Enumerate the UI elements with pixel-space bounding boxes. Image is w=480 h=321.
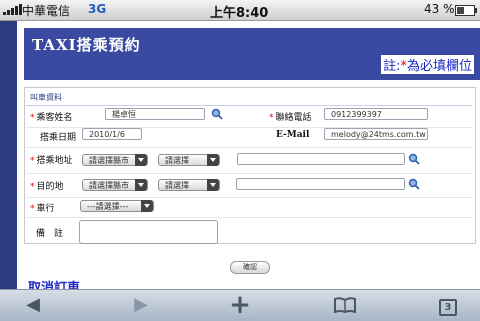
section-title: 叫車資料 [30, 93, 62, 102]
passenger-label: * 乘客姓名 [30, 110, 73, 123]
required-mark: * [269, 113, 274, 123]
pages-count: 3 [439, 299, 457, 316]
email-label: E-Mail [276, 130, 310, 140]
pages-icon[interactable]: 3 [433, 293, 463, 317]
email-input[interactable]: melody@24tms.com.tw [324, 128, 428, 140]
pickup-district-value: 請選擇 [165, 156, 189, 165]
battery-percent: 43 % [424, 2, 455, 16]
chevron-down-icon [135, 179, 147, 191]
pickup-label-text: 搭乘地址 [36, 156, 73, 166]
search-icon[interactable] [408, 178, 420, 190]
chevron-down-icon [207, 179, 219, 191]
battery-icon [455, 5, 477, 16]
browser-toolbar: ◀ ▶ + 3 [0, 289, 480, 321]
destination-label: * 目的地 [30, 179, 64, 192]
clock: 上午8:40 [210, 6, 269, 21]
company-label-text: 車行 [36, 204, 55, 214]
required-mark: * [30, 182, 35, 192]
web-page[interactable]: TAXI搭乘預約 註:*為必填欄位 叫車資料 * 乘客姓名 楊卓恒 * 聯絡電話 0… [24, 21, 480, 289]
page-header: TAXI搭乘預約 註:*為必填欄位 [24, 28, 480, 80]
carrier-name: 中華電信 [22, 4, 71, 18]
back-icon[interactable]: ◀ [18, 293, 48, 317]
destination-label-text: 目的地 [36, 182, 64, 192]
destination-city-value: 請選擇縣市 [89, 181, 129, 190]
company-label: * 車行 [30, 201, 55, 214]
date-input[interactable]: 2010/1/6 [82, 128, 142, 140]
destination-city-select[interactable]: 請選擇縣市 [82, 179, 148, 191]
company-value: ---請選擇--- [87, 202, 129, 211]
required-note: 註:*為必填欄位 [381, 55, 474, 74]
passenger-label-text: 乘客姓名 [36, 113, 73, 123]
section-divider [26, 105, 472, 106]
required-mark: * [30, 113, 35, 123]
destination-district-value: 請選擇 [165, 181, 189, 190]
pickup-label: * 搭乘地址 [30, 153, 73, 166]
chevron-down-icon [141, 200, 153, 212]
required-mark: * [30, 156, 35, 166]
page-left-border [0, 21, 24, 289]
pickup-district-select[interactable]: 請選擇 [158, 154, 220, 166]
note-textarea[interactable] [79, 220, 218, 244]
search-icon[interactable] [211, 108, 223, 120]
chevron-down-icon [207, 154, 219, 166]
cancel-booking-link[interactable]: 取消訂車 [28, 277, 80, 289]
pickup-city-value: 請選擇縣市 [89, 156, 129, 165]
pickup-address-input[interactable] [237, 153, 405, 165]
phone-label: * 聯絡電話 [269, 110, 312, 123]
status-bar: 中華電信 3G 上午8:40 43 % [0, 0, 480, 21]
search-icon[interactable] [408, 153, 420, 165]
add-icon[interactable]: + [225, 292, 255, 318]
confirm-button[interactable]: 確認 [230, 261, 270, 274]
network-type: 3G [88, 2, 107, 16]
pickup-city-select[interactable]: 請選擇縣市 [82, 154, 148, 166]
forward-icon[interactable]: ▶ [126, 293, 156, 317]
passenger-name-input[interactable]: 楊卓恒 [105, 108, 205, 120]
destination-address-input[interactable] [236, 178, 405, 190]
bookmarks-icon[interactable] [330, 293, 360, 317]
chevron-down-icon [135, 154, 147, 166]
phone-label-text: 聯絡電話 [275, 113, 312, 123]
required-note-suffix: 為必填欄位 [406, 59, 472, 74]
battery-fill [457, 7, 464, 14]
required-mark: * [30, 204, 35, 214]
signal-icon [3, 4, 22, 15]
required-note-prefix: 註: [383, 59, 401, 74]
date-label: 搭乘日期 [40, 133, 77, 143]
page-title: TAXI搭乘預約 [32, 36, 141, 54]
note-label: 備 註 [36, 229, 64, 239]
destination-district-select[interactable]: 請選擇 [158, 179, 220, 191]
company-select[interactable]: ---請選擇--- [80, 200, 154, 212]
phone-input[interactable]: 0912399397 [324, 108, 428, 120]
